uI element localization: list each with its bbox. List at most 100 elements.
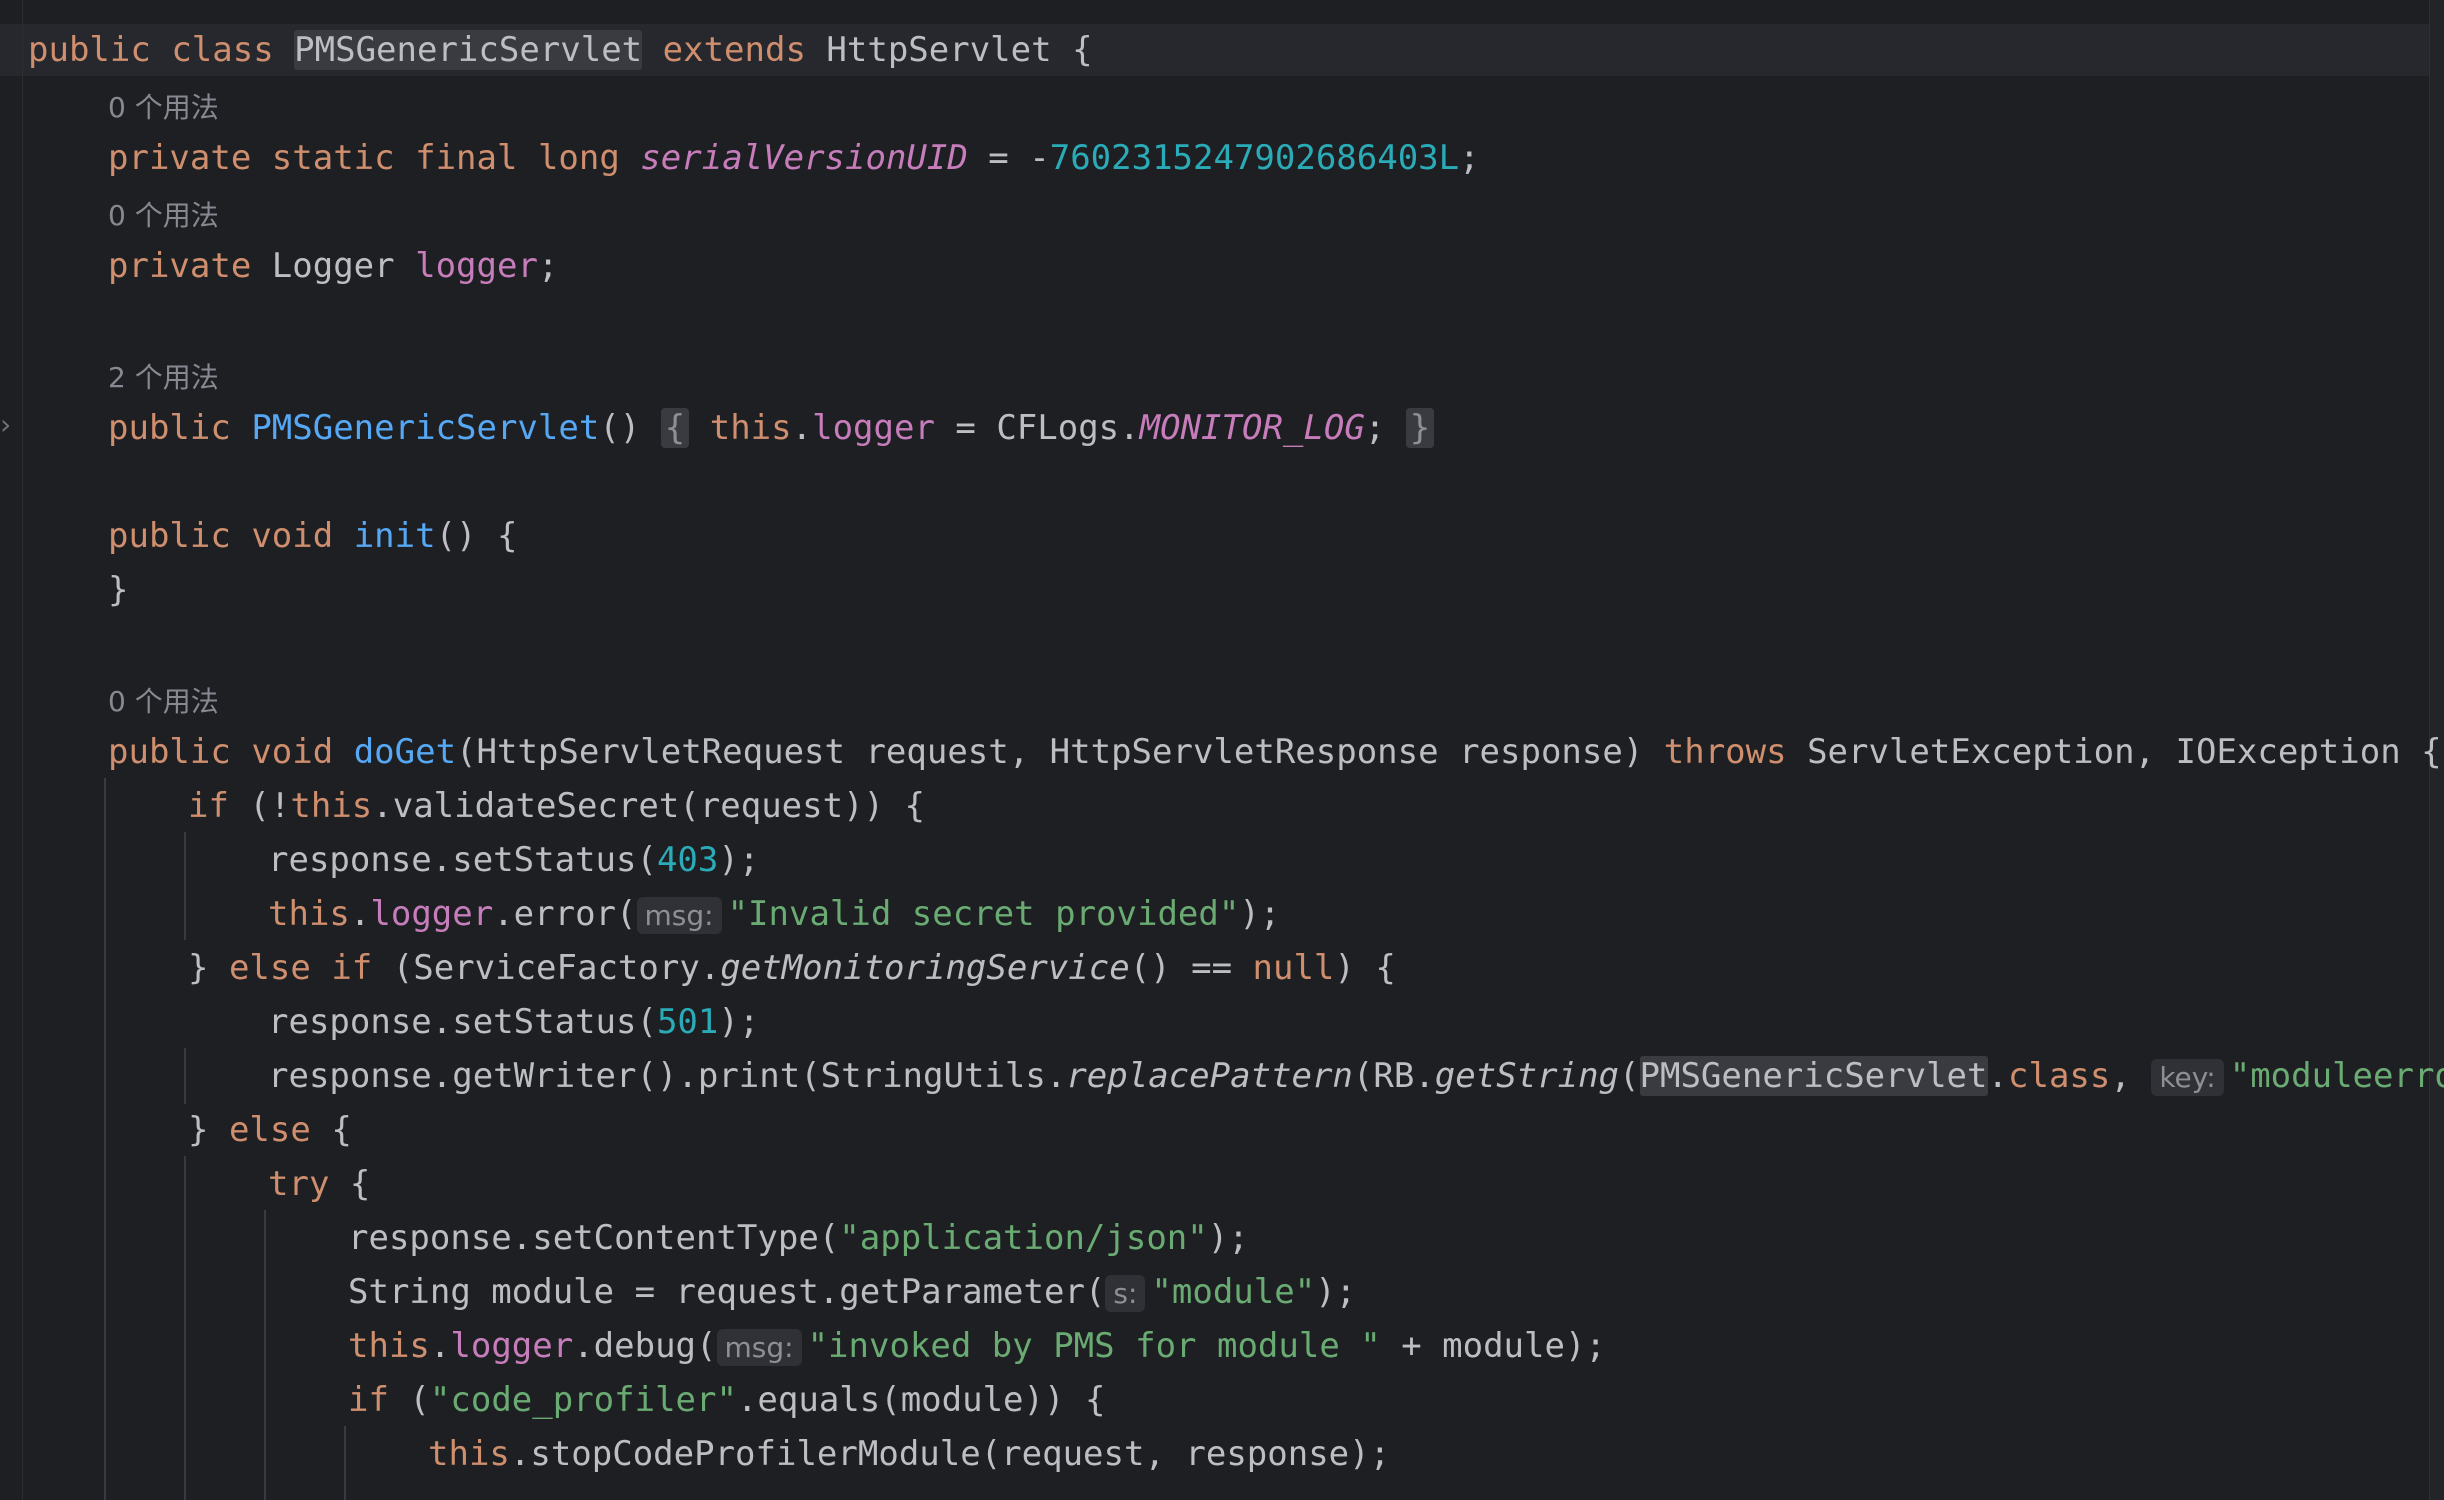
code-line-serial-version[interactable]: private static final long serialVersionU… [108, 131, 1480, 185]
punctuation: . [349, 894, 371, 934]
code-text: ); [1207, 1218, 1249, 1258]
code-line-if-code-profiler[interactable]: if ("code_profiler".equals(module)) { [348, 1373, 1105, 1427]
keyword: class [171, 30, 274, 70]
gutter-divider [22, 0, 23, 1500]
indent-guide [184, 1048, 186, 1104]
field-name: logger [450, 1326, 574, 1366]
code-text: String module = request.getParameter( [348, 1272, 1106, 1312]
fold-expand-chevron-icon[interactable]: › [0, 410, 20, 440]
indent-guide [184, 1156, 186, 1500]
keyword: public [108, 732, 231, 772]
code-line-constructor[interactable]: public PMSGenericServlet() { this.logger… [108, 401, 1435, 455]
code-text: .validateSecret(request)) { [372, 786, 925, 826]
code-text: (RB. [1352, 1056, 1435, 1096]
keyword: long [537, 138, 620, 178]
code-line-class-declaration[interactable]: public class PMSGenericServlet extends H… [28, 23, 1093, 77]
field-name: logger [812, 408, 935, 448]
method-name: PMSGenericServlet [251, 408, 600, 448]
code-text: response.setStatus( [268, 840, 657, 880]
code-line-set-status-501[interactable]: response.setStatus(501); [268, 995, 759, 1049]
field-name: logger [370, 894, 494, 934]
keyword: else [228, 948, 311, 988]
usage-hint[interactable]: 0 个用法 [108, 187, 219, 241]
code-text: ) { [1334, 948, 1396, 988]
keyword: if [188, 786, 229, 826]
code-line-logger-field[interactable]: private Logger logger; [108, 239, 558, 293]
code-line-try[interactable]: try { [268, 1157, 370, 1211]
keyword: private [108, 246, 252, 286]
punctuation: ( [1619, 1056, 1640, 1096]
punctuation: } [188, 948, 229, 988]
code-editor[interactable]: › public class PMSGenericServlet extends… [0, 0, 2444, 1500]
code-line-init[interactable]: public void init() { [108, 509, 517, 563]
keyword: private [108, 138, 252, 178]
string-literal: "module" [1151, 1272, 1316, 1312]
code-line-get-parameter[interactable]: String module = request.getParameter(s: "… [348, 1265, 1356, 1319]
number-literal: 403 [656, 840, 719, 880]
keyword: static [271, 138, 395, 178]
indent-guide [104, 778, 106, 1500]
static-method-call: replacePattern [1066, 1056, 1353, 1096]
code-text: ); [718, 1002, 760, 1042]
punctuation: { [329, 1164, 371, 1204]
code-text: + module); [1380, 1326, 1606, 1366]
method-name: init [353, 516, 436, 556]
parameter-hint: s: [1105, 1275, 1146, 1312]
punctuation: , [2110, 1056, 2152, 1096]
code-text: ( [388, 1380, 430, 1420]
code-line-stop-code-profiler[interactable]: this.stopCodeProfilerModule(request, res… [428, 1427, 1390, 1481]
usage-hint-text: 0 个用法 [108, 199, 219, 232]
usage-hint-text: 2 个用法 [108, 361, 219, 394]
code-text: ); [1315, 1272, 1357, 1312]
usage-hint[interactable]: 2 个用法 [108, 349, 219, 403]
code-line-logger-error[interactable]: this.logger.error(msg: "Invalid secret pr… [268, 887, 1280, 941]
parameter-hint: msg: [636, 897, 722, 934]
code-text: ); [718, 840, 760, 880]
code-line-logger-debug[interactable]: this.logger.debug(msg: "invoked by PMS fo… [348, 1319, 1606, 1373]
keyword: public [28, 30, 151, 70]
code-line-print-module-error[interactable]: response.getWriter().print(StringUtils.r… [268, 1049, 2444, 1103]
punctuation: ; [1459, 138, 1480, 178]
keyword: void [251, 516, 334, 556]
keyword: final [415, 138, 518, 178]
number-literal: 7602315247902686403L [1049, 138, 1460, 178]
keyword: this [290, 786, 373, 826]
type-name: Logger [271, 246, 395, 286]
usage-hint[interactable]: 0 个用法 [108, 673, 219, 727]
code-text: .error( [493, 894, 637, 934]
code-line-close-brace[interactable]: } [108, 563, 128, 617]
punctuation: } [188, 1110, 229, 1150]
code-line-else-if-monitoring[interactable]: } else if (ServiceFactory.getMonitoringS… [188, 941, 1396, 995]
field-name: logger [415, 246, 538, 286]
folded-region-close[interactable]: } [1405, 408, 1435, 448]
class-name: PMSGenericServlet [1639, 1056, 1988, 1096]
string-literal: "application/json" [839, 1218, 1208, 1258]
keyword: this [268, 894, 350, 934]
code-line-else[interactable]: } else { [188, 1103, 352, 1157]
string-literal: "code_profiler" [429, 1380, 737, 1420]
code-line-set-status-403[interactable]: response.setStatus(403); [268, 833, 759, 887]
keyword: this [428, 1434, 510, 1474]
code-text: () == [1129, 948, 1253, 988]
code-line-set-content-type[interactable]: response.setContentType("application/jso… [348, 1211, 1249, 1265]
parameter-hint: key: [2151, 1059, 2224, 1096]
code-text: .equals(module)) { [736, 1380, 1106, 1420]
punctuation: ; [1364, 408, 1386, 448]
code-text: response.setStatus( [268, 1002, 657, 1042]
static-field-name: serialVersionUID [640, 138, 968, 178]
static-method-call: getMonitoringService [720, 948, 1130, 988]
usage-hint[interactable]: 0 个用法 [108, 79, 219, 133]
folded-region-open[interactable]: { [660, 408, 690, 448]
keyword: this [709, 408, 792, 448]
keyword: null [1252, 948, 1335, 988]
keyword: void [251, 732, 334, 772]
string-literal: "moduleerror" [2229, 1056, 2444, 1096]
code-line-if-validate[interactable]: if (!this.validateSecret(request)) { [188, 779, 925, 833]
punctuation: { [1051, 30, 1093, 70]
punctuation: } [108, 570, 129, 610]
code-text: .debug( [573, 1326, 717, 1366]
keyword: public [108, 516, 231, 556]
keyword: else [228, 1110, 311, 1150]
code-line-doget[interactable]: public void doGet(HttpServletRequest req… [108, 725, 2442, 779]
indent-guide [344, 1426, 346, 1500]
